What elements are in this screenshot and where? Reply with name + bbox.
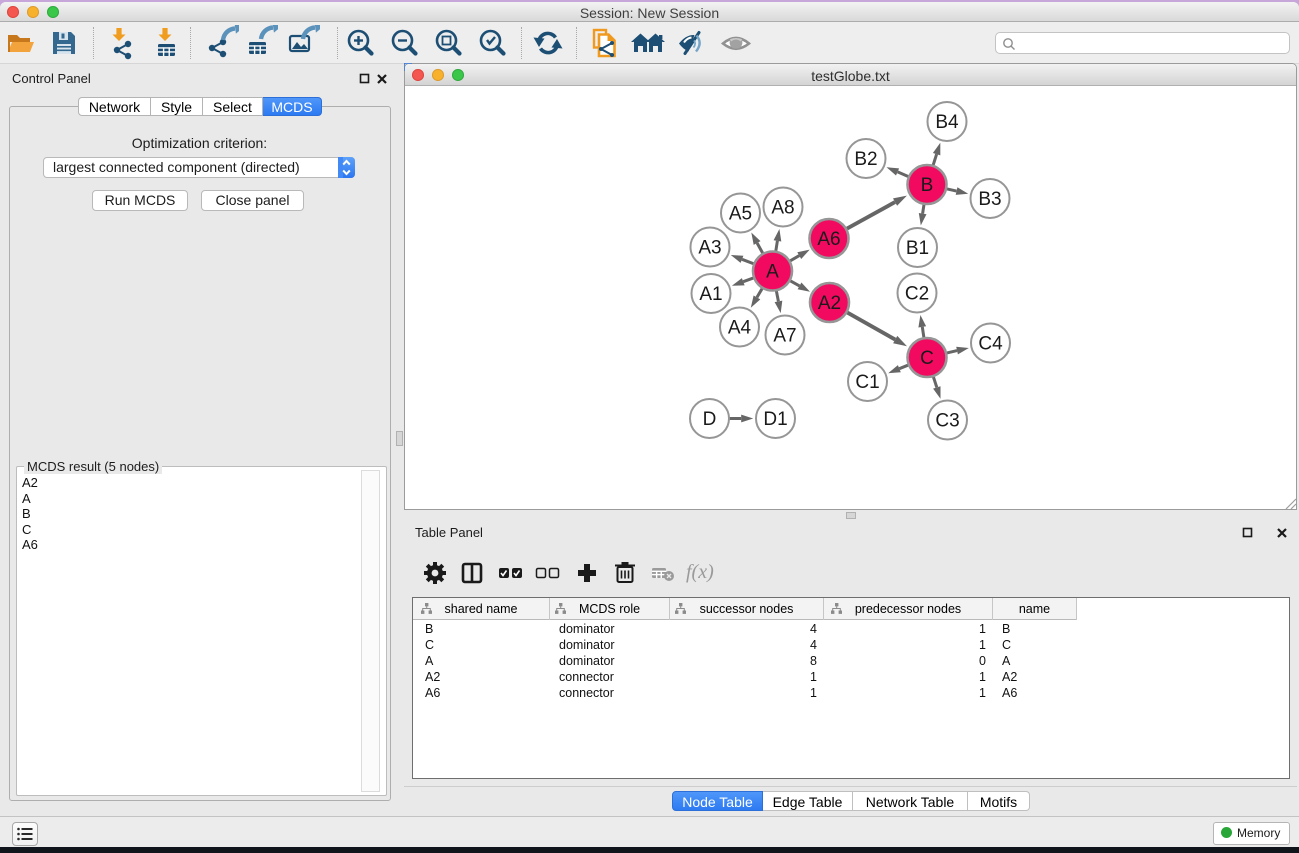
svg-text:C2: C2 xyxy=(905,284,929,305)
svg-text:A1: A1 xyxy=(699,284,722,305)
svg-text:C1: C1 xyxy=(855,372,879,393)
svg-text:B4: B4 xyxy=(935,112,959,133)
svg-text:A2: A2 xyxy=(818,293,841,314)
svg-text:C: C xyxy=(920,348,934,369)
svg-text:A5: A5 xyxy=(729,204,752,225)
svg-text:B1: B1 xyxy=(906,238,929,259)
svg-text:B3: B3 xyxy=(978,189,1001,210)
svg-text:A: A xyxy=(766,262,779,283)
svg-text:C4: C4 xyxy=(978,334,1003,355)
svg-text:A6: A6 xyxy=(817,229,840,250)
svg-text:D1: D1 xyxy=(763,409,787,430)
svg-text:D: D xyxy=(703,409,717,430)
svg-text:B: B xyxy=(921,175,934,196)
svg-text:A4: A4 xyxy=(728,318,752,339)
svg-text:A8: A8 xyxy=(771,198,794,219)
svg-text:A7: A7 xyxy=(773,326,796,347)
svg-text:C3: C3 xyxy=(935,411,959,432)
svg-text:A3: A3 xyxy=(698,238,721,259)
svg-text:B2: B2 xyxy=(854,149,877,170)
